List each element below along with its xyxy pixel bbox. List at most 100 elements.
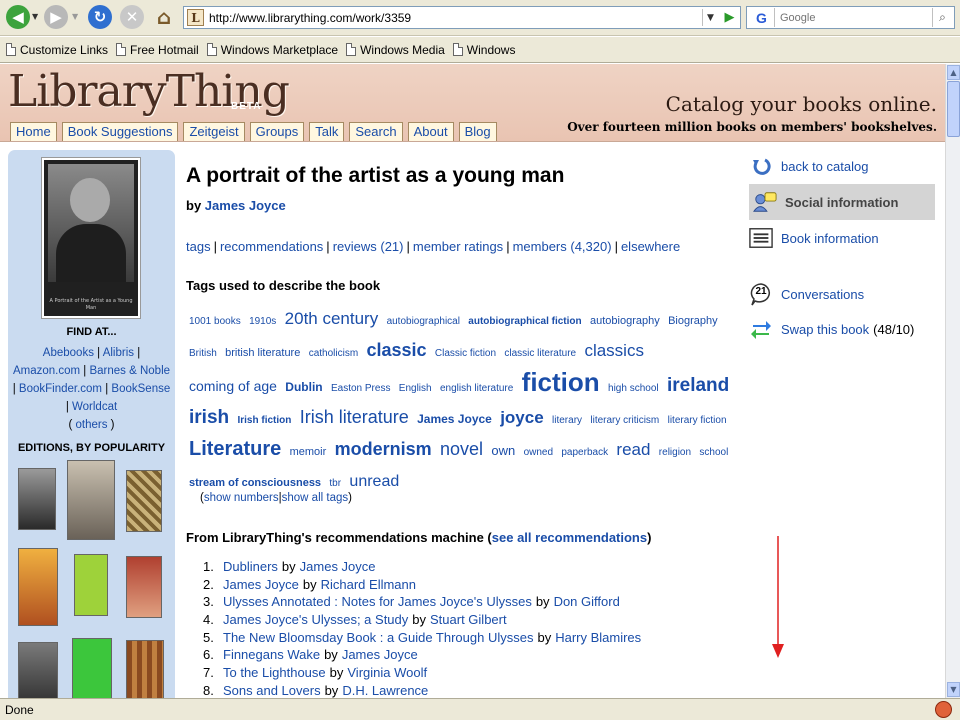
book-cover-image[interactable]: A Portrait of the Artist as a Young Man (42, 158, 140, 318)
tag-link[interactable]: 20th century (285, 309, 379, 328)
recommendation-title-link[interactable]: James Joyce's Ulysses; a Study (223, 612, 408, 627)
tag-link[interactable]: autobiographical (387, 316, 460, 327)
subnav-tags[interactable]: tags (186, 239, 211, 254)
edition-cover[interactable] (18, 548, 58, 626)
tag-link[interactable]: Irish fiction (237, 415, 291, 426)
tag-link[interactable]: memoir (290, 446, 327, 458)
page-scrollbar[interactable]: ▲ ▼ (945, 64, 960, 698)
bookmark-windows[interactable]: Windows (452, 43, 515, 57)
recommendation-author-link[interactable]: Don Gifford (554, 594, 620, 609)
tag-link[interactable]: classic literature (504, 348, 576, 359)
show-all-tags-link[interactable]: show all tags (282, 492, 348, 504)
tag-link[interactable]: novel (440, 439, 483, 459)
tag-link[interactable]: Irish literature (300, 407, 409, 427)
store-link-amazon[interactable]: Amazon.com (13, 365, 80, 377)
tag-link[interactable]: catholicism (309, 348, 358, 359)
store-link-booksense[interactable]: BookSense (111, 383, 170, 395)
store-link-bookfinder[interactable]: BookFinder.com (19, 383, 102, 395)
subnav-members[interactable]: members (4,320) (513, 239, 612, 254)
scroll-down-icon[interactable]: ▼ (947, 682, 960, 697)
edition-cover[interactable] (74, 554, 108, 616)
edition-cover[interactable] (126, 556, 162, 618)
tag-link[interactable]: 1910s (249, 316, 276, 327)
edition-cover[interactable] (18, 642, 58, 698)
recommendation-author-link[interactable]: Stuart Gilbert (430, 612, 507, 627)
tag-link[interactable]: owned (524, 447, 553, 458)
book-information-link[interactable]: Book information (749, 226, 879, 250)
back-icon[interactable]: ◀ (6, 5, 30, 29)
tag-link[interactable]: Classic fiction (435, 348, 496, 359)
recommendation-title-link[interactable]: Sons and Lovers (223, 683, 321, 698)
recommendation-author-link[interactable]: Harry Blamires (555, 630, 641, 645)
tag-link[interactable]: own (491, 443, 515, 458)
recommendation-author-link[interactable]: James Joyce (300, 559, 376, 574)
tag-link[interactable]: classics (584, 341, 644, 360)
tag-link[interactable]: James Joyce (417, 412, 492, 426)
tag-link[interactable]: classic (367, 340, 427, 360)
tag-link[interactable]: British (189, 348, 217, 359)
tag-link[interactable]: autobiography (590, 315, 660, 327)
search-magnifier-icon[interactable]: ⌕ (932, 8, 952, 27)
conversations-link[interactable]: 21 Conversations (749, 282, 864, 306)
scroll-up-icon[interactable]: ▲ (947, 65, 960, 80)
addon-status-icon[interactable] (935, 701, 952, 718)
scroll-thumb[interactable] (947, 81, 960, 137)
address-bar[interactable]: L http://www.librarything.com/work/3359 … (183, 6, 741, 29)
tag-link[interactable]: 1001 books (189, 316, 241, 327)
search-engine-icon[interactable]: G (749, 8, 775, 27)
edition-cover[interactable] (18, 468, 56, 530)
tab-talk[interactable]: Talk (309, 122, 345, 141)
store-link-abebooks[interactable]: Abebooks (43, 347, 94, 359)
subnav-reviews[interactable]: reviews (21) (333, 239, 404, 254)
recommendation-author-link[interactable]: Richard Ellmann (321, 577, 416, 592)
recommendation-title-link[interactable]: Ulysses Annotated : Notes for James Joyc… (223, 594, 532, 609)
tag-link[interactable]: joyce (500, 408, 543, 427)
tag-link[interactable]: literary fiction (668, 415, 727, 426)
go-arrow-icon[interactable]: ▶ (721, 9, 738, 26)
reload-icon[interactable]: ↻ (88, 5, 112, 29)
tag-link[interactable]: coming of age (189, 378, 277, 394)
subnav-member-ratings[interactable]: member ratings (413, 239, 503, 254)
recommendation-title-link[interactable]: To the Lighthouse (223, 665, 326, 680)
bookmark-free-hotmail[interactable]: Free Hotmail (116, 43, 199, 57)
tag-link[interactable]: school (699, 447, 728, 458)
tag-link[interactable]: Easton Press (331, 383, 390, 394)
tag-link[interactable]: Dublin (285, 380, 322, 394)
address-dropdown-icon[interactable]: ▼ (702, 9, 718, 26)
forward-icon[interactable]: ▶ (44, 5, 68, 29)
store-link-worldcat[interactable]: Worldcat (72, 401, 117, 413)
search-input[interactable] (780, 11, 920, 24)
recommendation-author-link[interactable]: Virginia Woolf (347, 665, 427, 680)
address-url[interactable]: http://www.librarything.com/work/3359 (209, 11, 411, 25)
tab-book-suggestions[interactable]: Book Suggestions (61, 122, 179, 141)
home-icon[interactable]: ⌂ (152, 5, 176, 29)
recommendation-title-link[interactable]: James Joyce (223, 577, 299, 592)
tab-groups[interactable]: Groups (249, 122, 305, 141)
social-information-item[interactable]: Social information (749, 184, 935, 220)
store-link-barnes-noble[interactable]: Barnes & Noble (89, 365, 170, 377)
tab-search[interactable]: Search (349, 122, 403, 141)
back-to-catalog-link[interactable]: back to catalog (749, 154, 868, 178)
tab-blog[interactable]: Blog (458, 122, 497, 141)
tag-link[interactable]: unread (349, 473, 399, 490)
tag-link[interactable]: read (616, 440, 650, 459)
swap-this-book-link[interactable]: Swap this book (48/10) (749, 317, 914, 341)
recommendation-author-link[interactable]: D.H. Lawrence (342, 683, 428, 698)
tab-about[interactable]: About (407, 122, 454, 141)
tag-link[interactable]: irish (189, 407, 229, 428)
tag-link[interactable]: ireland (667, 375, 729, 396)
search-bar[interactable]: G ⌕ (746, 6, 955, 29)
tag-link[interactable]: stream of consciousness (189, 477, 321, 489)
see-all-recommendations-link[interactable]: see all recommendations (492, 530, 647, 545)
subnav-elsewhere[interactable]: elsewhere (621, 239, 680, 254)
tab-home[interactable]: Home (10, 122, 57, 141)
subnav-recommendations[interactable]: recommendations (220, 239, 323, 254)
bookmark-windows-media[interactable]: Windows Media (346, 43, 445, 57)
back-dropdown-icon[interactable]: ▼ (32, 12, 38, 21)
bookmark-windows-marketplace[interactable]: Windows Marketplace (206, 43, 338, 57)
recommendation-title-link[interactable]: Dubliners (223, 559, 278, 574)
recommendation-title-link[interactable]: Finnegans Wake (223, 647, 320, 662)
edition-cover[interactable] (67, 460, 115, 540)
stop-icon[interactable]: ✕ (120, 5, 144, 29)
author-link[interactable]: James Joyce (205, 198, 286, 213)
